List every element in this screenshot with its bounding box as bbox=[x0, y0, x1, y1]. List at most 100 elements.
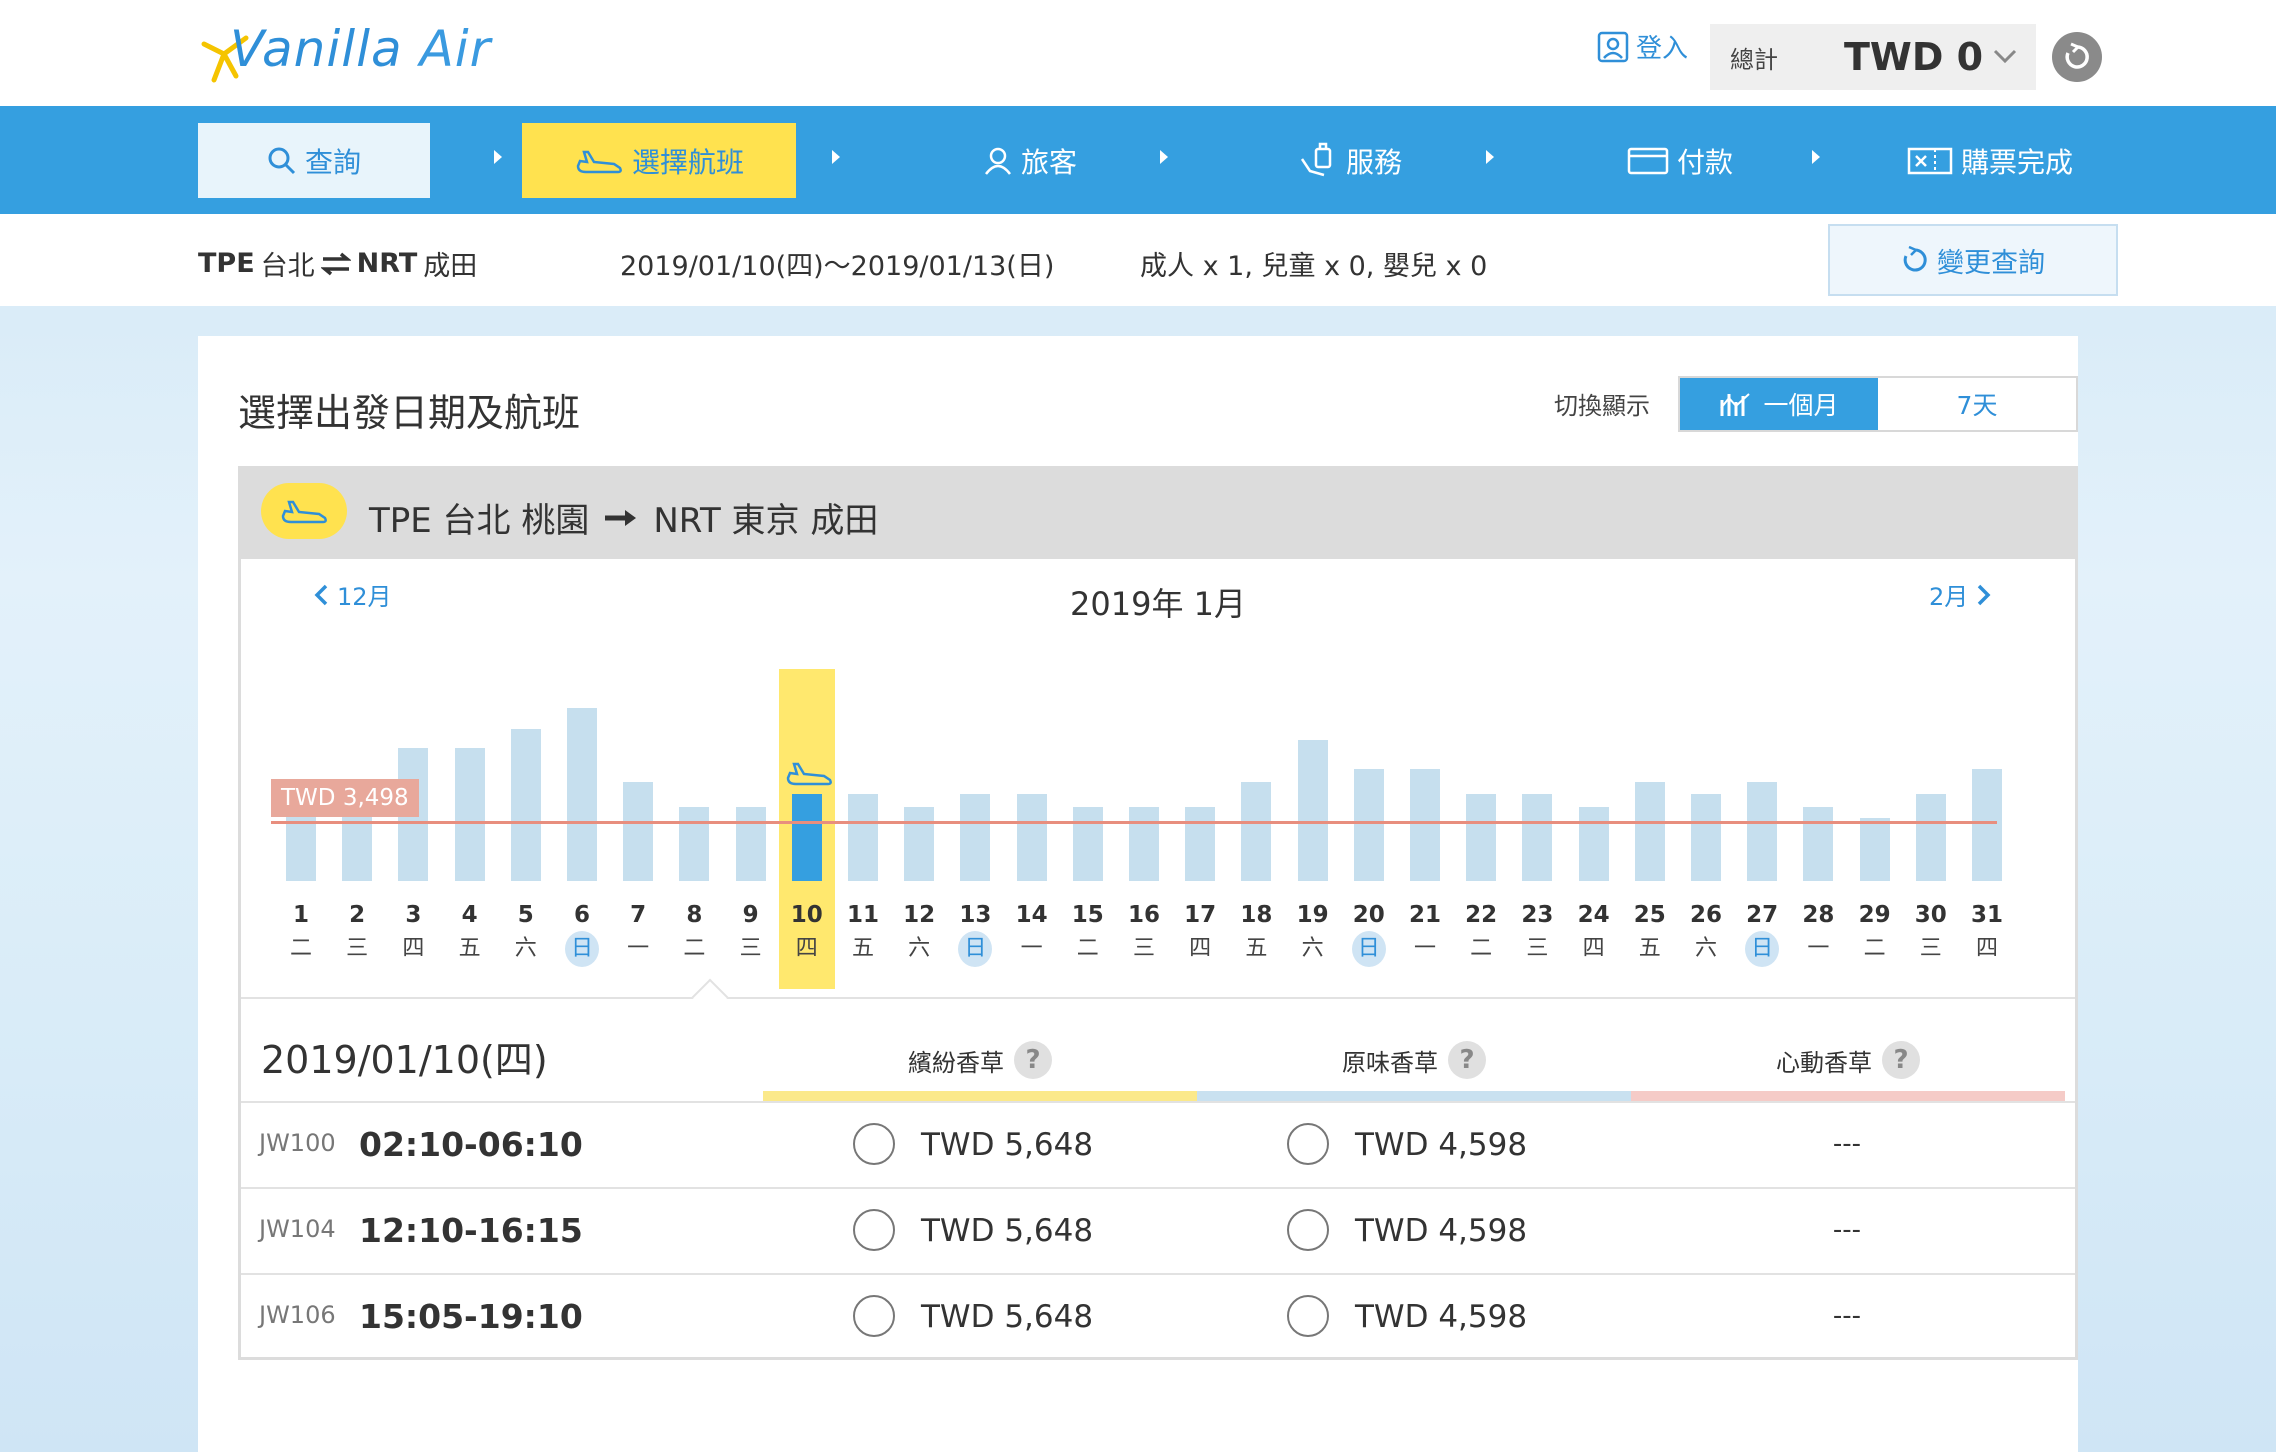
calendar-day[interactable]: 11 五 bbox=[843, 899, 883, 967]
calendar-day[interactable]: 19 六 bbox=[1293, 899, 1333, 967]
price-bar[interactable] bbox=[1241, 782, 1272, 881]
help-icon[interactable]: ? bbox=[1882, 1041, 1920, 1079]
fare-radio[interactable] bbox=[1287, 1295, 1329, 1337]
fare-radio[interactable] bbox=[1287, 1209, 1329, 1251]
step-passengers[interactable]: 旅客 bbox=[940, 123, 1120, 198]
step-services[interactable]: 服務 bbox=[1260, 123, 1440, 198]
price-bar[interactable] bbox=[791, 794, 822, 881]
day-number: 26 bbox=[1689, 902, 1722, 928]
step-complete[interactable]: 購票完成 bbox=[1880, 123, 2100, 198]
logo-text-air: Air bbox=[419, 20, 492, 78]
calendar-day[interactable]: 24 四 bbox=[1574, 899, 1614, 967]
calendar-day[interactable]: 10 四 bbox=[787, 899, 827, 967]
price-bar[interactable] bbox=[1634, 782, 1665, 881]
day-weekday: 二 bbox=[683, 936, 706, 961]
price-bar[interactable] bbox=[1691, 794, 1721, 881]
calendar-day[interactable]: 8二 bbox=[674, 899, 714, 967]
cart-total[interactable]: 總計 TWD 0 bbox=[1710, 24, 2036, 90]
fare-radio[interactable] bbox=[853, 1123, 895, 1165]
price-bar[interactable] bbox=[1072, 807, 1103, 881]
help-icon[interactable]: ? bbox=[1448, 1041, 1486, 1079]
price-bar[interactable] bbox=[1747, 782, 1778, 881]
calendar-day[interactable]: 17 四 bbox=[1180, 899, 1220, 967]
price-bar[interactable] bbox=[679, 807, 710, 881]
price-bar[interactable] bbox=[1915, 794, 1946, 881]
calendar-day[interactable]: 1二 bbox=[281, 899, 321, 967]
day-weekday: 五 bbox=[1638, 936, 1661, 961]
price-bar[interactable] bbox=[960, 794, 991, 881]
toggle-week-button[interactable]: 7天 bbox=[1878, 378, 2076, 430]
price-bar[interactable] bbox=[1972, 769, 2002, 881]
calendar-day[interactable]: 6日 bbox=[562, 899, 602, 967]
fare-radio[interactable] bbox=[853, 1295, 895, 1337]
reset-button[interactable] bbox=[2052, 32, 2102, 82]
calendar-day[interactable]: 27 日 bbox=[1742, 899, 1782, 967]
login-link[interactable]: 登入 bbox=[1596, 28, 1688, 65]
calendar-day[interactable]: 7一 bbox=[618, 899, 658, 967]
price-bar[interactable] bbox=[623, 782, 654, 881]
calendar-day[interactable]: 13 日 bbox=[955, 899, 995, 967]
calendar-day[interactable]: 31 四 bbox=[1967, 899, 2007, 967]
price-bar[interactable] bbox=[1129, 807, 1159, 881]
price-bar[interactable] bbox=[1353, 769, 1384, 881]
step-search[interactable]: 查詢 bbox=[198, 123, 430, 198]
calendar-day[interactable]: 26 六 bbox=[1686, 899, 1726, 967]
price-bar[interactable] bbox=[567, 708, 597, 881]
calendar-day[interactable]: 23 三 bbox=[1517, 899, 1557, 967]
calendar-day[interactable]: 12 六 bbox=[899, 899, 939, 967]
search-icon bbox=[268, 147, 296, 174]
step-payment[interactable]: 付款 bbox=[1590, 123, 1770, 198]
toggle-month-button[interactable]: 一個月 bbox=[1680, 378, 1878, 430]
calendar-day[interactable]: 2三 bbox=[337, 899, 377, 967]
price-bar[interactable] bbox=[848, 794, 878, 881]
price-bar[interactable] bbox=[1185, 807, 1216, 881]
price-bar[interactable] bbox=[1410, 769, 1440, 881]
price-bar[interactable] bbox=[1578, 807, 1609, 881]
refresh-icon bbox=[2065, 42, 2089, 69]
change-search-button[interactable]: 變更查詢 bbox=[1828, 224, 2118, 296]
price-bar[interactable] bbox=[510, 729, 541, 881]
calendar-day[interactable]: 30 三 bbox=[1911, 899, 1951, 967]
day-weekday: 五 bbox=[1245, 936, 1268, 961]
step-select-flight[interactable]: 選擇航班 bbox=[522, 123, 796, 198]
calendar-day[interactable]: 3四 bbox=[393, 899, 433, 967]
price-bar[interactable] bbox=[1466, 794, 1497, 881]
dest-name: 成田 bbox=[423, 251, 478, 282]
price-bar[interactable] bbox=[454, 748, 485, 881]
price-bar[interactable] bbox=[904, 807, 935, 881]
calendar-day[interactable]: 21 一 bbox=[1405, 899, 1445, 967]
day-weekday: 四 bbox=[1975, 936, 1998, 961]
calendar-day[interactable]: 28 一 bbox=[1798, 899, 1838, 967]
price-bar[interactable] bbox=[735, 807, 766, 881]
total-label: 總計 bbox=[1730, 45, 1778, 74]
price-bar[interactable] bbox=[1522, 794, 1553, 881]
price-bar[interactable] bbox=[1297, 740, 1328, 881]
day-weekday: 六 bbox=[514, 936, 537, 961]
calendar-day[interactable]: 25 五 bbox=[1630, 899, 1670, 967]
calendar-day[interactable]: 22 二 bbox=[1461, 899, 1501, 967]
help-icon[interactable]: ? bbox=[1014, 1041, 1052, 1079]
calendar-day[interactable]: 29 二 bbox=[1855, 899, 1895, 967]
price-bar[interactable] bbox=[1859, 818, 1890, 881]
calendar-day[interactable]: 4五 bbox=[450, 899, 490, 967]
calendar-day[interactable]: 5六 bbox=[506, 899, 546, 967]
calendar-day[interactable]: 9三 bbox=[731, 899, 771, 967]
day-number: 25 bbox=[1633, 902, 1666, 928]
flight-row: JW104 12:10-16:15 TWD 5,648 TWD 4,598 --… bbox=[241, 1187, 2075, 1273]
price-bar[interactable] bbox=[1803, 807, 1834, 881]
calendar-day[interactable]: 20 日 bbox=[1349, 899, 1389, 967]
price-bar[interactable] bbox=[1016, 794, 1047, 881]
day-number: 4 bbox=[461, 902, 478, 928]
calendar-day[interactable]: 18 五 bbox=[1236, 899, 1276, 967]
summary-route: TPE 台北 NRT 成田 bbox=[198, 244, 477, 283]
calendar-day[interactable]: 16 三 bbox=[1124, 899, 1164, 967]
day-weekday: 二 bbox=[289, 936, 312, 961]
day-number: 14 bbox=[1015, 902, 1048, 928]
calendar-day[interactable]: 15 二 bbox=[1068, 899, 1108, 967]
day-weekday: 四 bbox=[795, 936, 818, 961]
fare-color-strip bbox=[1631, 1091, 2065, 1101]
vanilla-air-logo[interactable]: Vanilla Air bbox=[196, 14, 490, 94]
fare-radio[interactable] bbox=[1287, 1123, 1329, 1165]
calendar-day[interactable]: 14 一 bbox=[1012, 899, 1052, 967]
fare-radio[interactable] bbox=[853, 1209, 895, 1251]
